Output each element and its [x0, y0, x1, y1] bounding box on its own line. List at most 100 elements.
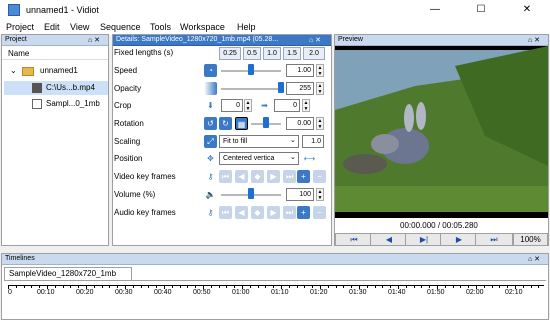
- rotation-label: Rotation: [114, 119, 144, 128]
- length-button-1.0[interactable]: 1.0: [263, 47, 281, 60]
- project-panel-header: Project ⌂ ✕: [2, 35, 108, 46]
- first-keyframe-icon[interactable]: ⏮: [219, 206, 232, 219]
- keyframe-icon[interactable]: ◆: [251, 206, 264, 219]
- panel-controls-icon[interactable]: ⌂ ✕: [528, 36, 540, 44]
- opacity-slider[interactable]: [221, 88, 281, 90]
- timeline-area[interactable]: 0 00:10 00:20 00:30 00:40 00:50 01:00 01:10 01:2…: [4, 280, 546, 318]
- time-ruler[interactable]: 0 00:10 00:20 00:30 00:40 00:50 01:00 01:10 01:2…: [8, 285, 544, 299]
- ruler-tick-label: 01:10: [271, 289, 289, 296]
- rotation-stepper[interactable]: ▲ ▼: [316, 117, 324, 130]
- volume-label: Volume (%): [114, 190, 156, 199]
- speed-slider-thumb[interactable]: [248, 64, 254, 75]
- panel-controls-icon[interactable]: ⌂ ✕: [528, 255, 540, 263]
- grid-icon[interactable]: ▦: [235, 117, 248, 130]
- ruler-minor-tick: [351, 286, 353, 288]
- menu-sequence[interactable]: Sequence: [100, 22, 141, 32]
- menu-help[interactable]: Help: [237, 22, 256, 32]
- ruler-minor-tick: [15, 286, 17, 288]
- list-item[interactable]: Sampl...0_1mb: [46, 99, 100, 108]
- panel-controls-icon[interactable]: ⌂ ✕: [309, 36, 321, 44]
- ruler-minor-tick: [148, 286, 150, 288]
- ruler-tick-label: 01:30: [349, 289, 367, 296]
- last-keyframe-icon[interactable]: ⏭: [283, 170, 296, 183]
- ruler-minor-tick: [179, 286, 181, 288]
- ruler-minor-tick: [109, 286, 111, 288]
- opacity-input[interactable]: 255: [286, 82, 314, 95]
- preview-canvas[interactable]: [335, 46, 548, 218]
- project-folder-name[interactable]: unnamed1: [40, 66, 78, 75]
- scaling-factor-input[interactable]: 1.0: [302, 135, 324, 148]
- chevron-down-icon[interactable]: ⌄: [290, 136, 296, 144]
- opacity-label: Opacity: [114, 84, 142, 93]
- previous-keyframe-icon[interactable]: ◀: [235, 206, 248, 219]
- opacity-slider-thumb[interactable]: [278, 82, 284, 93]
- first-keyframe-icon[interactable]: ⏮: [219, 170, 232, 183]
- ruler-minor-tick: [429, 286, 431, 288]
- ruler-minor-tick: [156, 286, 158, 288]
- add-keyframe-icon[interactable]: +: [297, 206, 310, 219]
- speed-input[interactable]: 1.00: [286, 64, 314, 77]
- zoom-select[interactable]: 100%: [513, 233, 548, 246]
- next-keyframe-icon[interactable]: ▶: [267, 170, 280, 183]
- previous-keyframe-icon[interactable]: ◀: [235, 170, 248, 183]
- keyframe-icon[interactable]: ◆: [251, 170, 264, 183]
- last-keyframe-icon[interactable]: ⏭: [283, 206, 296, 219]
- file-icon: [32, 83, 42, 93]
- play-button[interactable]: ▶|: [405, 233, 443, 246]
- menu-tools[interactable]: Tools: [150, 22, 171, 32]
- crop-stepper-a[interactable]: ▲ ▼: [244, 99, 252, 112]
- menu-edit[interactable]: Edit: [44, 22, 60, 32]
- minimize-button[interactable]: —: [412, 0, 458, 20]
- length-button-0.25[interactable]: 0.25: [219, 47, 241, 60]
- audio-key-frames-label: Audio key frames: [114, 208, 176, 217]
- menu-project[interactable]: Project: [6, 22, 34, 32]
- ruler-tick-label: 00:10: [37, 289, 55, 296]
- menu-workspace[interactable]: Workspace: [180, 22, 225, 32]
- menu-view[interactable]: View: [70, 22, 89, 32]
- ruler-minor-tick: [405, 286, 407, 288]
- length-button-2.0[interactable]: 2.0: [303, 47, 325, 60]
- arrow-right-icon: ➡: [261, 101, 268, 110]
- next-frame-button[interactable]: ▶: [440, 233, 478, 246]
- ruler-minor-tick: [366, 286, 368, 288]
- crop-input-b[interactable]: 0: [274, 99, 300, 112]
- remove-keyframe-icon[interactable]: −: [313, 206, 326, 219]
- go-to-end-button[interactable]: ⏭: [475, 233, 513, 246]
- close-button[interactable]: ✕: [504, 0, 550, 20]
- add-keyframe-icon[interactable]: +: [297, 170, 310, 183]
- ruler-tick-label: 01:20: [310, 289, 328, 296]
- ruler-tick-label: 0: [8, 289, 12, 296]
- tab-sequence[interactable]: SampleVideo_1280x720_1mb: [4, 267, 132, 280]
- next-keyframe-icon[interactable]: ▶: [267, 206, 280, 219]
- key-icon: ⚷: [207, 208, 214, 217]
- scaling-select[interactable]: Fit to fill: [219, 135, 299, 148]
- column-name[interactable]: Name: [8, 49, 29, 58]
- rotate-right-icon[interactable]: ↻: [219, 117, 232, 130]
- previous-frame-button[interactable]: ◀: [370, 233, 408, 246]
- rotation-slider-thumb[interactable]: [263, 117, 269, 128]
- length-button-1.5[interactable]: 1.5: [283, 47, 301, 60]
- length-button-0.5[interactable]: 0.5: [243, 47, 261, 60]
- rotation-input[interactable]: 0.00: [286, 117, 314, 130]
- panel-controls-icon[interactable]: ⌂ ✕: [88, 36, 100, 44]
- volume-input[interactable]: 100: [286, 188, 314, 201]
- swap-horizontal-icon[interactable]: ⟷: [303, 152, 316, 165]
- chevron-down-icon[interactable]: ⌄: [290, 153, 296, 161]
- maximize-button[interactable]: ☐: [458, 0, 504, 20]
- rotate-left-icon[interactable]: ↺: [204, 117, 217, 130]
- crop-input-a[interactable]: 0: [221, 99, 243, 112]
- list-item[interactable]: C:\Us...b.mp4: [46, 83, 95, 92]
- ruler-tick-label: 01:00: [232, 289, 250, 296]
- remove-keyframe-icon[interactable]: −: [313, 170, 326, 183]
- volume-stepper[interactable]: ▲ ▼: [316, 188, 324, 201]
- arrow-down-icon: ⬇: [207, 101, 214, 110]
- speed-stepper[interactable]: ▲ ▼: [316, 64, 324, 77]
- crop-stepper-b[interactable]: ▲ ▼: [302, 99, 310, 112]
- ruler-minor-tick: [522, 286, 524, 288]
- ruler-minor-tick: [78, 286, 80, 288]
- opacity-stepper[interactable]: ▲ ▼: [316, 82, 324, 95]
- position-select[interactable]: Centered vertica: [219, 152, 299, 165]
- volume-slider-thumb[interactable]: [248, 188, 254, 199]
- go-to-start-button[interactable]: ⏮: [335, 233, 373, 246]
- chevron-down-icon[interactable]: ⌄: [10, 66, 17, 75]
